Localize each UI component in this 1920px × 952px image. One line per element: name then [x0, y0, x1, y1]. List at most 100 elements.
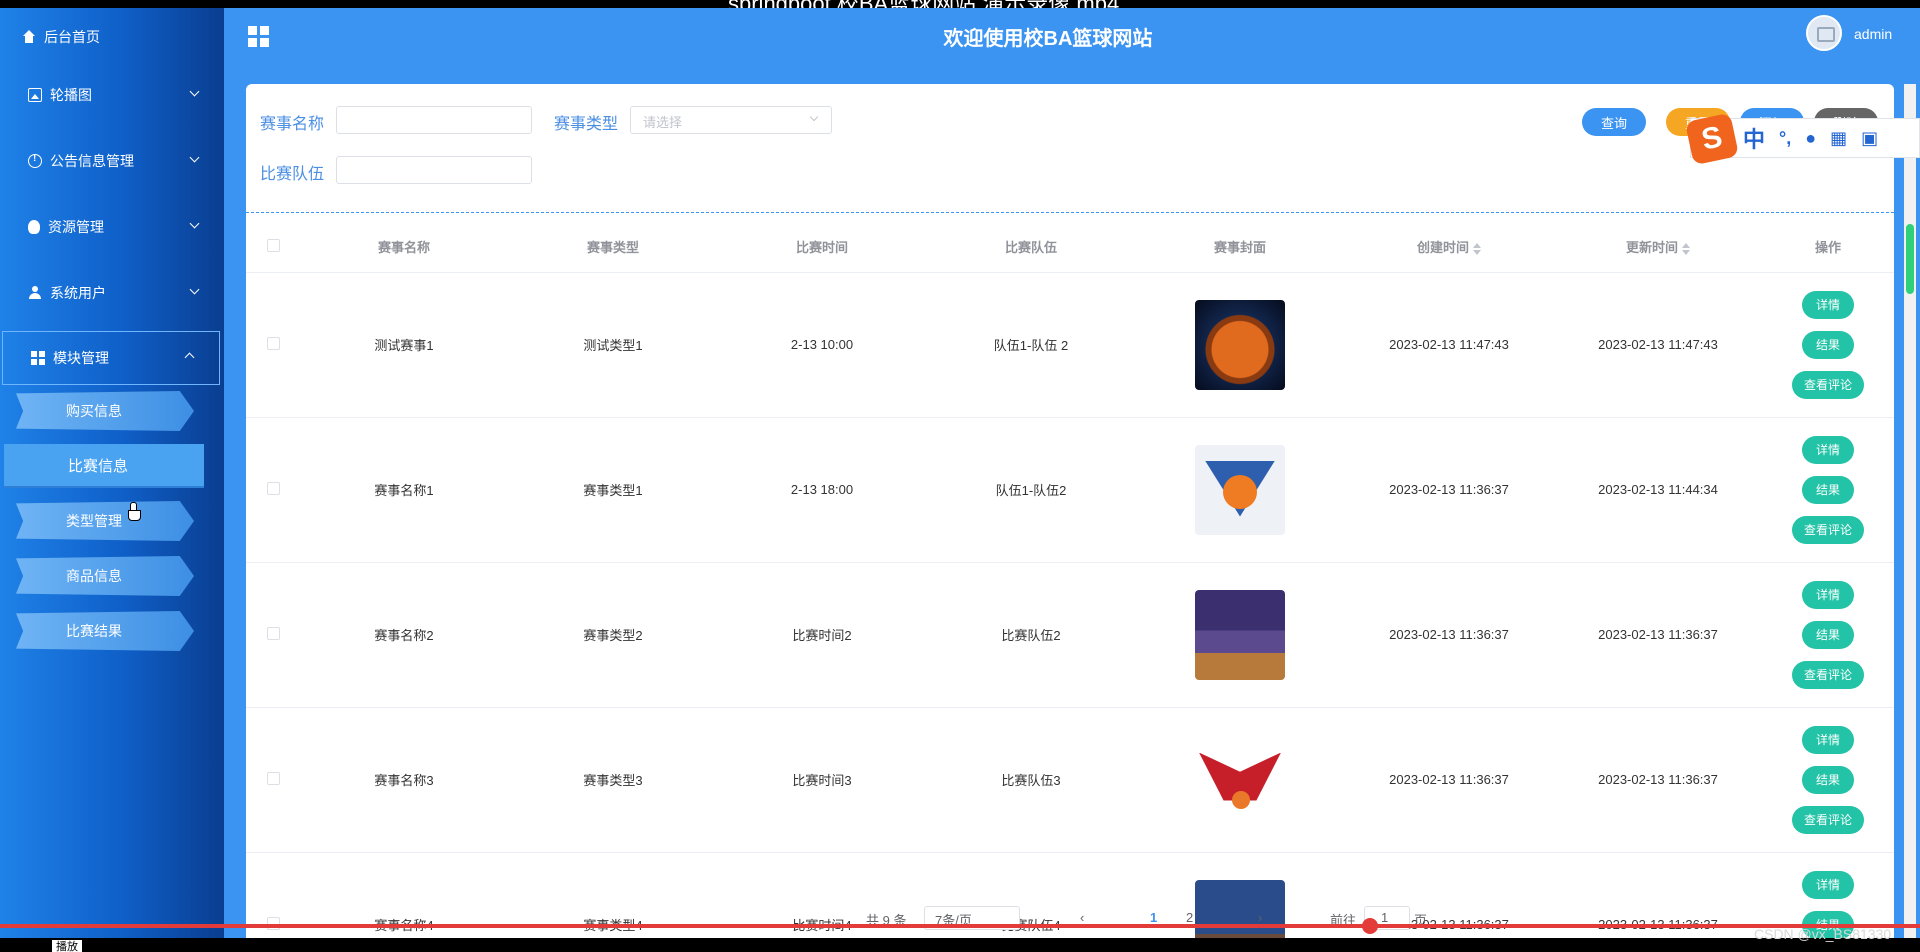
page-number-current[interactable]: 1	[1150, 910, 1157, 925]
cell-team: 比赛队伍4	[926, 852, 1136, 952]
ime-punct[interactable]: °,	[1779, 128, 1791, 149]
cell-created: 2023-02-13 11:36:37	[1344, 852, 1554, 952]
sidebar-sub-results[interactable]: 比赛结果	[16, 611, 194, 651]
cell-time: 2-13 10:00	[718, 272, 926, 418]
row-checkbox[interactable]	[266, 336, 280, 350]
row-checkbox[interactable]	[266, 626, 280, 640]
sidebar-sub-purchase[interactable]: 购买信息	[16, 391, 194, 431]
sidebar-sub-label: 购买信息	[66, 403, 122, 419]
result-button[interactable]: 结果	[1802, 330, 1854, 359]
cover-image[interactable]	[1195, 299, 1285, 390]
col-header: 赛事名称	[300, 222, 508, 273]
comments-button[interactable]: 查看评论	[1791, 805, 1864, 834]
cover-image[interactable]	[1195, 589, 1285, 680]
user-icon	[28, 286, 42, 300]
home-icon	[22, 30, 36, 44]
table-row: 测试赛事1 测试类型1 2-13 10:00 队伍1-队伍 2 2023-02-…	[246, 272, 1894, 418]
filter-type-select[interactable]: 请选择	[630, 106, 832, 134]
table-header-row: 赛事名称 赛事类型 比赛时间 比赛队伍 赛事封面 创建时间 更新时间 操作	[246, 222, 1894, 273]
filter-type-label: 赛事类型	[554, 116, 619, 133]
cell-time: 比赛时间3	[718, 707, 926, 853]
comments-button[interactable]: 查看评论	[1791, 515, 1864, 544]
sort-icon[interactable]	[1473, 242, 1481, 255]
username[interactable]: admin	[1854, 26, 1892, 42]
sidebar-home[interactable]: 后台首页	[22, 24, 100, 50]
avatar[interactable]	[1806, 15, 1842, 51]
video-title-bar: springboot 校BA篮球网站 演示录像.mp4	[0, 0, 1920, 8]
result-button[interactable]: 结果	[1802, 620, 1854, 649]
cell-created: 2023-02-13 11:36:37	[1344, 417, 1554, 563]
cell-name: 赛事名称1	[300, 417, 508, 563]
sidebar-sub-label: 类型管理	[66, 513, 122, 529]
matches-table: 赛事名称 赛事类型 比赛时间 比赛队伍 赛事封面 创建时间 更新时间 操作 测试…	[246, 222, 1894, 952]
sidebar-item-resources[interactable]: 资源管理	[0, 202, 224, 252]
filter-team-input[interactable]	[336, 156, 532, 184]
grid-icon	[31, 351, 45, 365]
goto-value: 1	[1381, 910, 1389, 925]
bulb-icon	[28, 220, 40, 234]
select-all-checkbox[interactable]	[266, 238, 280, 252]
filter-divider	[246, 212, 1894, 213]
prev-page-icon[interactable]: ‹	[1080, 910, 1084, 925]
detail-button[interactable]: 详情	[1802, 870, 1854, 899]
chevron-down-icon	[189, 86, 200, 97]
cell-updated: 2023-02-13 11:36:37	[1554, 707, 1762, 853]
sidebar-item-users[interactable]: 系统用户	[0, 268, 224, 318]
cell-type: 赛事类型1	[508, 417, 718, 563]
query-button[interactable]: 查询	[1582, 108, 1646, 136]
apps-icon[interactable]: ▣	[1861, 128, 1878, 149]
top-header: 欢迎使用校BA篮球网站 admin	[224, 8, 1920, 64]
next-page-icon[interactable]: ›	[1258, 910, 1262, 925]
cell-team: 比赛队伍2	[926, 562, 1136, 708]
col-header-label: 更新时间	[1625, 240, 1678, 256]
row-checkbox[interactable]	[266, 771, 280, 785]
sidebar-sub-types[interactable]: 类型管理	[16, 501, 194, 541]
info-icon	[28, 153, 42, 168]
sidebar-item-notice[interactable]: 公告信息管理	[0, 136, 224, 186]
cover-image[interactable]	[1195, 444, 1285, 535]
detail-button[interactable]: 详情	[1802, 435, 1854, 464]
ime-lang[interactable]: 中	[1743, 122, 1765, 154]
comments-button[interactable]: 查看评论	[1791, 660, 1864, 689]
cover-image[interactable]	[1195, 734, 1285, 825]
result-button[interactable]: 结果	[1802, 475, 1854, 504]
sogou-logo-icon: S	[1684, 112, 1740, 166]
col-header-sortable[interactable]: 更新时间	[1554, 222, 1762, 273]
sidebar-item-carousel[interactable]: 轮播图	[0, 70, 224, 120]
scrollbar-thumb[interactable]	[1906, 224, 1914, 294]
detail-button[interactable]: 详情	[1802, 290, 1854, 319]
row-checkbox[interactable]	[266, 481, 280, 495]
video-controls: 播放	[0, 938, 1920, 952]
cell-updated: 2023-02-13 11:36:37	[1554, 562, 1762, 708]
sidebar-sub-matches[interactable]: 比赛信息	[4, 444, 204, 488]
progress-knob[interactable]	[1362, 918, 1378, 934]
filter-name-input[interactable]	[336, 106, 532, 134]
cell-name: 赛事名称2	[300, 562, 508, 708]
page-number[interactable]: 2	[1186, 910, 1193, 925]
image-icon	[28, 88, 42, 102]
col-header-sortable[interactable]: 创建时间	[1344, 222, 1554, 273]
vertical-scrollbar[interactable]	[1904, 84, 1916, 952]
sidebar-item-label: 资源管理	[48, 219, 104, 235]
detail-button[interactable]: 详情	[1802, 725, 1854, 754]
sidebar-sub-label: 商品信息	[66, 568, 122, 584]
sidebar-home-label: 后台首页	[44, 29, 100, 45]
play-tag[interactable]: 播放	[52, 940, 82, 952]
microphone-icon[interactable]: ●	[1805, 128, 1816, 149]
sidebar-item-modules[interactable]: 模块管理	[2, 331, 220, 385]
sidebar-sub-goods[interactable]: 商品信息	[16, 556, 194, 596]
col-header-label: 创建时间	[1416, 240, 1469, 256]
result-button[interactable]: 结果	[1802, 765, 1854, 794]
keyboard-icon[interactable]: ▦	[1830, 128, 1847, 149]
comments-button[interactable]: 查看评论	[1791, 370, 1864, 399]
video-progress-bar[interactable]	[0, 918, 1920, 934]
filter-name-label: 赛事名称	[260, 116, 325, 133]
sidebar-sub-label: 比赛结果	[66, 623, 122, 639]
ime-toolbar[interactable]: S 中 °, ● ▦ ▣	[1684, 112, 1920, 166]
detail-button[interactable]: 详情	[1802, 580, 1854, 609]
col-header: 操作	[1762, 222, 1894, 273]
sort-icon[interactable]	[1682, 242, 1690, 255]
cell-team: 比赛队伍3	[926, 707, 1136, 853]
cell-team: 队伍1-队伍 2	[926, 272, 1136, 418]
sidebar-sub-label: 比赛信息	[68, 457, 129, 475]
